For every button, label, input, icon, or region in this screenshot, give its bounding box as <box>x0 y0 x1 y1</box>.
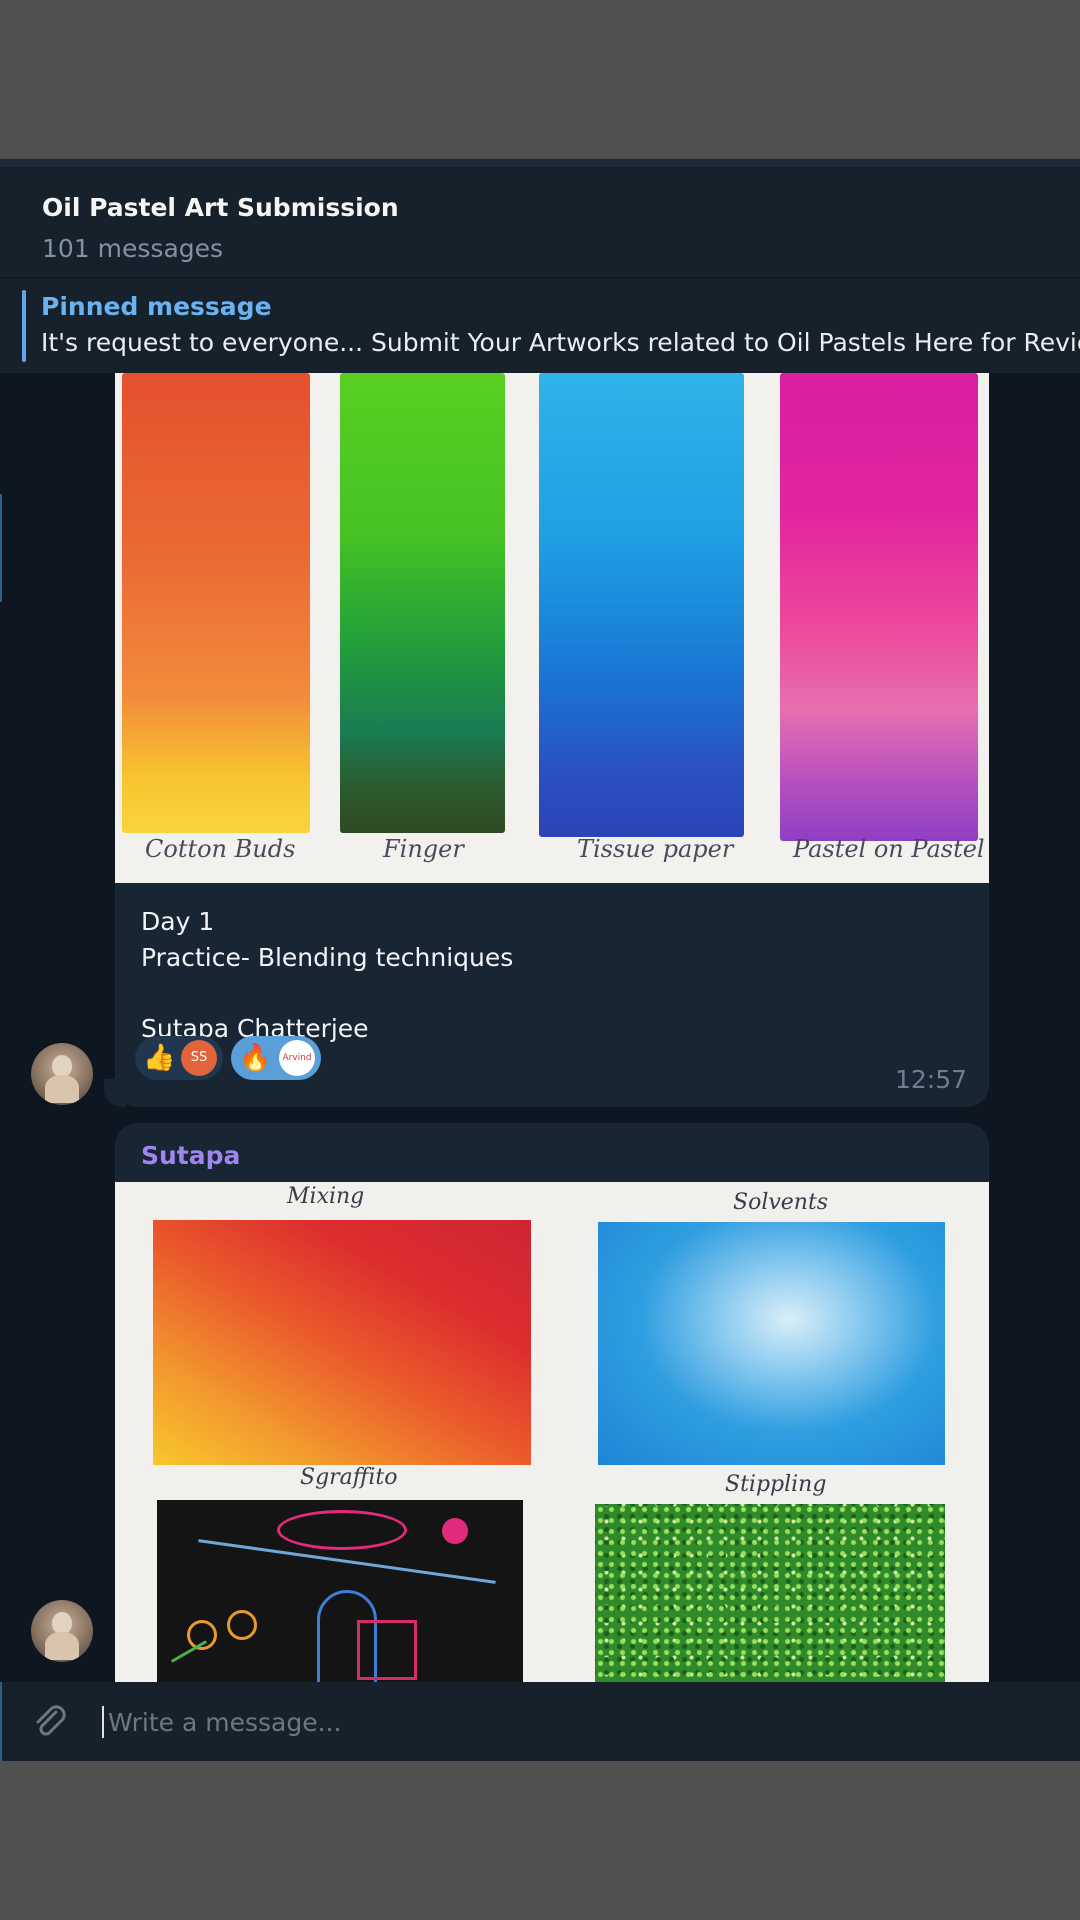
chat-message-count: 101 messages <box>42 234 224 263</box>
artwork-strip-blue <box>539 373 744 837</box>
avatar-body <box>45 1075 79 1103</box>
reactor-avatar: Arvind <box>279 1040 315 1076</box>
reactor-avatar: SS <box>181 1040 217 1076</box>
photo-label: Stippling <box>725 1472 827 1497</box>
photo-label: Sgraffito <box>300 1465 398 1490</box>
photo-label: Pastel on Pastel <box>793 835 985 863</box>
message-bubble[interactable]: Sutapa Mixing Solvents Sgraffito Stippli… <box>115 1123 989 1761</box>
artwork-solvents <box>598 1222 945 1465</box>
chat-title: Oil Pastel Art Submission <box>42 193 399 222</box>
avatar-face <box>52 1055 72 1077</box>
fire-icon: 🔥 <box>239 1043 272 1073</box>
chat-header[interactable]: Oil Pastel Art Submission 101 messages <box>0 167 1080 277</box>
photo-label: Tissue paper <box>577 835 734 863</box>
thumbs-up-icon: 👍 <box>143 1043 176 1073</box>
artwork-mixing <box>153 1220 531 1465</box>
message-photo-blending[interactable]: Cotton Buds Finger Tissue paper Pastel o… <box>115 373 989 883</box>
avatar-face <box>52 1612 72 1634</box>
paperclip-icon[interactable] <box>30 1702 70 1742</box>
text-cursor <box>102 1706 104 1738</box>
message-input[interactable] <box>108 1700 1008 1744</box>
buddha-avatar-icon[interactable] <box>31 1043 93 1105</box>
message-bubble[interactable]: Cotton Buds Finger Tissue paper Pastel o… <box>115 373 989 1107</box>
message-photo-techniques[interactable]: Mixing Solvents Sgraffito Stippling <box>115 1182 989 1761</box>
window-top-strip <box>0 159 1080 167</box>
artwork-strip-green <box>340 373 505 833</box>
photo-label: Finger <box>383 835 464 863</box>
photo-label: Cotton Buds <box>145 835 296 863</box>
pinned-accent-bar <box>22 290 26 362</box>
sender-name[interactable]: Sutapa <box>141 1141 240 1170</box>
avatar-body <box>45 1632 79 1660</box>
composer-accent <box>0 1682 2 1761</box>
pinned-text: It's request to everyone... Submit Your … <box>41 328 1080 357</box>
telegram-chat-window: Oil Pastel Art Submission 101 messages P… <box>0 159 1080 1761</box>
left-scroll-accent <box>0 494 2 602</box>
pinned-label: Pinned message <box>41 292 272 321</box>
artwork-strip-orange <box>122 373 310 833</box>
caption-line: Practice- Blending techniques <box>141 943 514 972</box>
reaction-thumbs-up[interactable]: 👍 SS <box>135 1036 223 1080</box>
caption-line: Day 1 <box>141 907 215 936</box>
artwork-strip-pink <box>780 373 978 841</box>
photo-label: Solvents <box>733 1190 829 1215</box>
reaction-fire[interactable]: 🔥 Arvind <box>231 1036 321 1080</box>
photo-label: Mixing <box>287 1184 365 1209</box>
message-time: 12:57 <box>894 1065 967 1094</box>
pinned-message-bar[interactable]: Pinned message It's request to everyone.… <box>0 277 1080 373</box>
message-composer <box>0 1682 1080 1761</box>
buddha-avatar-icon[interactable] <box>31 1600 93 1662</box>
